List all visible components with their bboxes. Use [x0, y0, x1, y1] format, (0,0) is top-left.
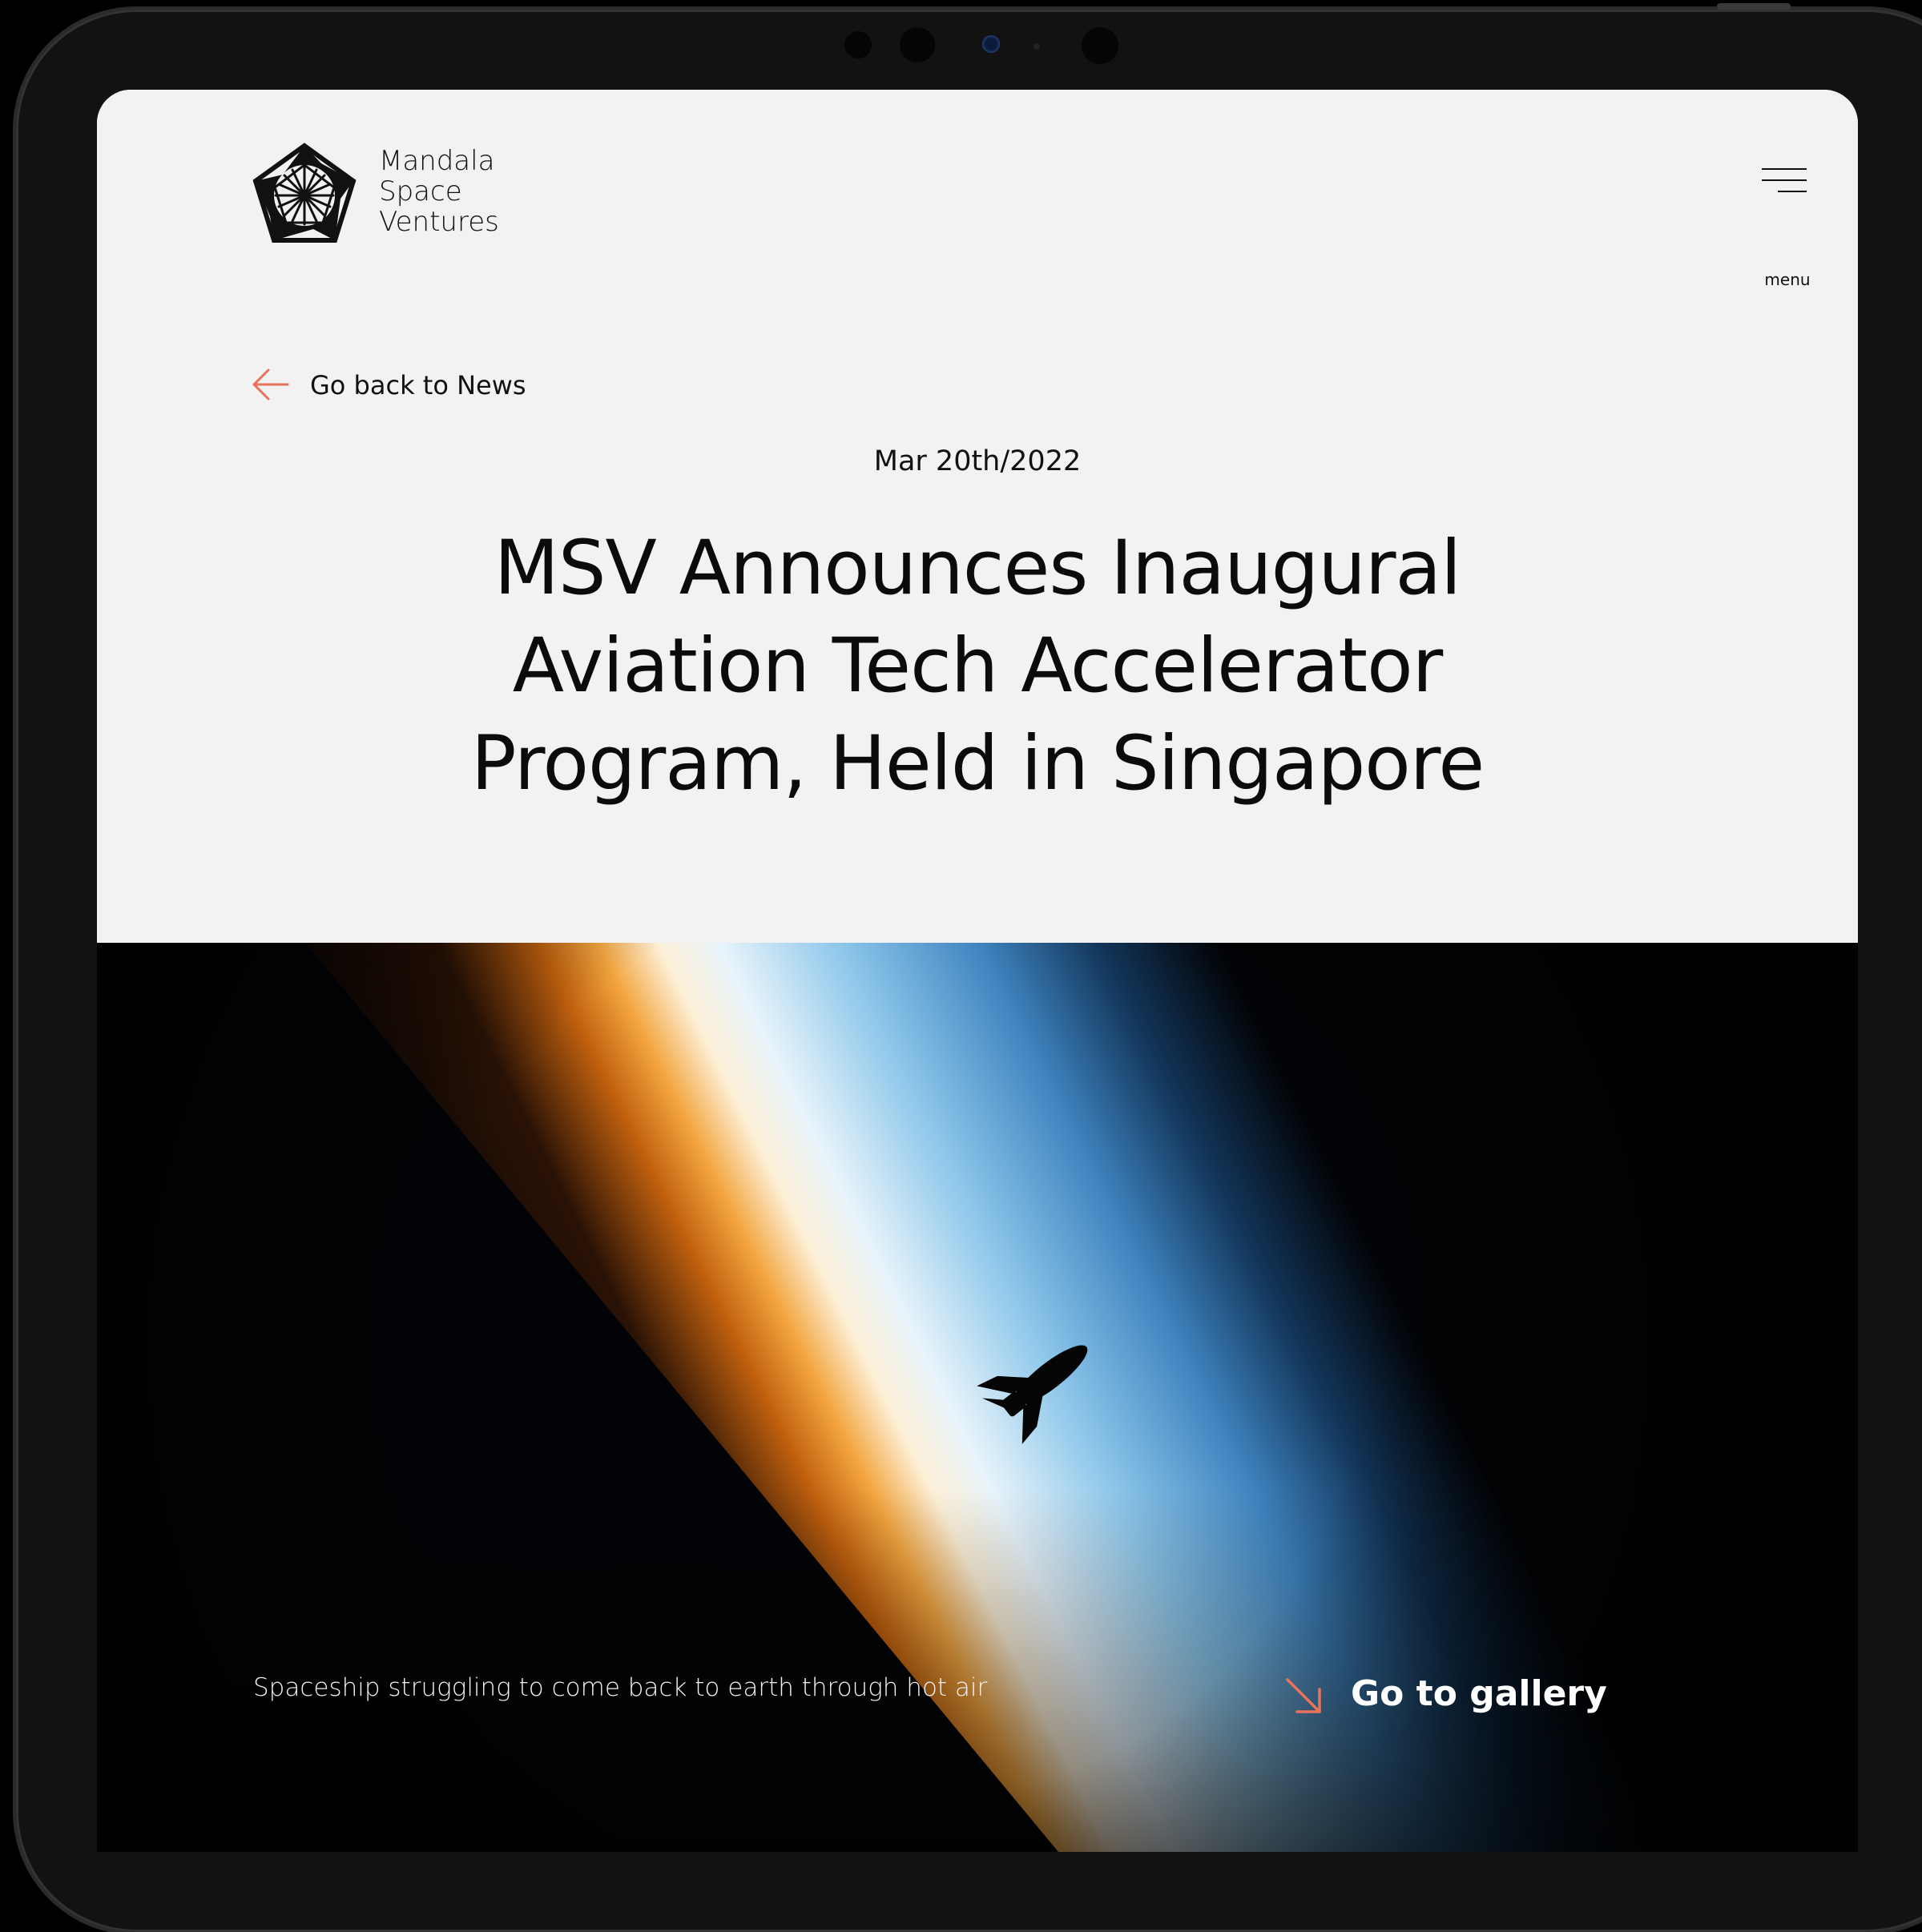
- article-title-line: MSV Announces Inaugural: [494, 525, 1462, 612]
- camera-sensor: [1034, 43, 1040, 50]
- power-button: [1717, 3, 1791, 10]
- brand-name[interactable]: Mandala Space Ventures: [379, 146, 587, 237]
- article-header: Mandala Space Ventures menu Go back to N…: [97, 90, 1858, 943]
- article-title-line: Aviation Tech Accelerator: [512, 622, 1444, 710]
- front-camera: [982, 35, 1000, 53]
- arrow-left-icon: [252, 368, 289, 400]
- pentagon-star-logo-icon[interactable]: [251, 143, 358, 247]
- brand-name-line: Ventures: [379, 206, 499, 238]
- back-to-news-label: Go back to News: [310, 370, 526, 400]
- article-title-line: Program, Held in Singapore: [470, 720, 1485, 807]
- article-date: Mar 20th/2022: [873, 445, 1082, 477]
- arrow-down-right-icon: [1286, 1678, 1321, 1713]
- menu-label: menu: [1764, 270, 1811, 289]
- article-title: MSV Announces Inaugural Aviation Tech Ac…: [97, 520, 1858, 813]
- brand-name-line: Mandala: [379, 145, 495, 177]
- screen: Mandala Space Ventures menu Go back to N…: [97, 90, 1858, 1852]
- hero-caption: Spaceship struggling to come back to ear…: [253, 1673, 988, 1702]
- hero-image: [97, 943, 1858, 1852]
- space-shuttle-photo: [97, 943, 1858, 1852]
- go-to-gallery-label: Go to gallery: [1351, 1673, 1607, 1714]
- brand-name-line: Space: [379, 175, 462, 207]
- camera-sensor: [844, 31, 872, 58]
- menu-button[interactable]: menu: [1755, 154, 1819, 289]
- camera-sensor: [1082, 27, 1118, 64]
- camera-sensor: [900, 27, 935, 62]
